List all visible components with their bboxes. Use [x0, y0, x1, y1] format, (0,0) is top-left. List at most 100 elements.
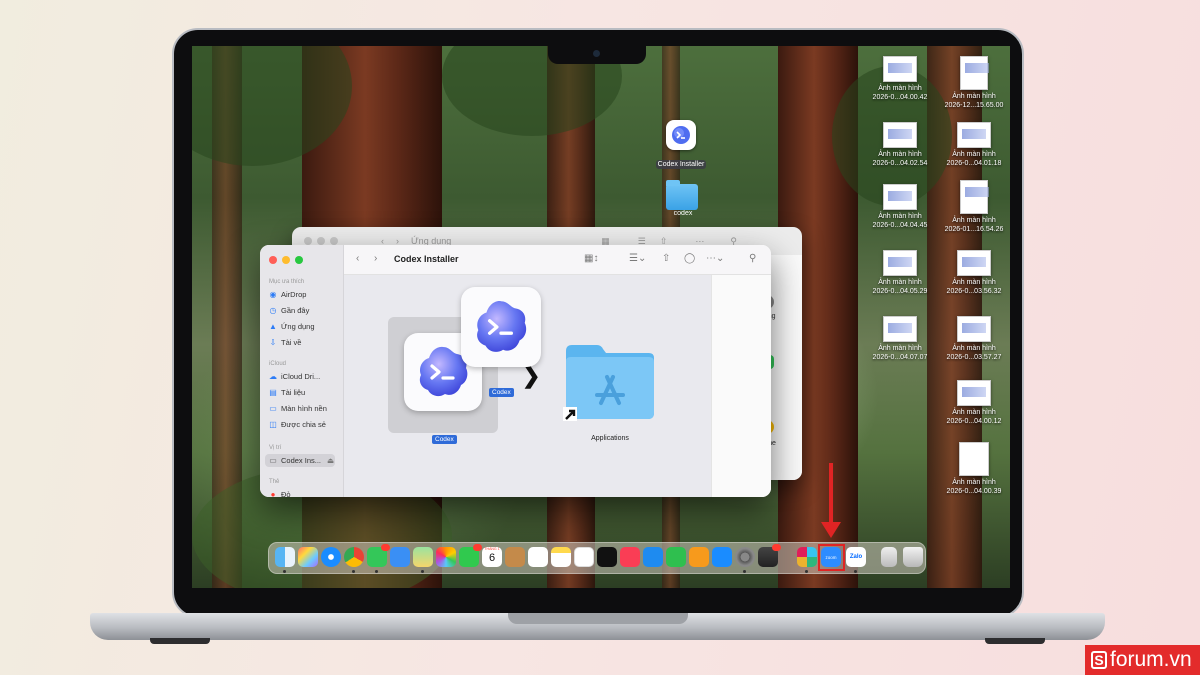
notification-badge [381, 544, 390, 551]
finder-sidebar: Mục ưa thích ◉ AirDrop ◷ Gần đây ▲ Ứng dụng… [260, 245, 344, 497]
reminders-icon[interactable] [528, 547, 548, 567]
trash-icon[interactable] [903, 547, 923, 567]
system-settings-icon[interactable] [735, 547, 755, 567]
camera-notch [548, 46, 646, 64]
tv-icon[interactable] [597, 547, 617, 567]
desktop-file[interactable]: Ảnh màn hình 2026-0...04.04.45 [866, 184, 934, 230]
launchpad-icon[interactable] [298, 547, 318, 567]
keynote-icon[interactable] [643, 547, 663, 567]
desktop-file[interactable]: Ảnh màn hình 2026-0...04.01.18 [940, 122, 1008, 168]
back-arrow-icon[interactable]: ‹ [356, 253, 359, 264]
minimize-button[interactable] [282, 256, 290, 264]
file-sublabel: 2026-0...03.56.32 [946, 288, 1002, 295]
music-icon[interactable] [620, 547, 640, 567]
photos-icon[interactable] [436, 547, 456, 567]
sidebar-item-label: Đỏ [281, 490, 291, 497]
desktop-file[interactable]: Ảnh màn hình 2026-0...04.00.12 [940, 380, 1008, 426]
notes-icon[interactable] [551, 547, 571, 567]
file-label: Ảnh màn hình [878, 85, 922, 92]
tag-icon[interactable]: ◯ [684, 253, 695, 264]
zalo-icon[interactable]: Zalo [846, 547, 866, 567]
sidebar-section-tags: Thẻ [269, 479, 280, 485]
numbers-icon[interactable] [666, 547, 686, 567]
view-grid-icon[interactable]: ▦↕ [584, 253, 598, 264]
messages-icon[interactable] [367, 544, 390, 567]
forward-arrow-icon[interactable]: › [374, 253, 377, 264]
desktop-file[interactable]: Ảnh màn hình 2026-0...04.02.54 [866, 122, 934, 168]
mail-icon[interactable] [390, 547, 410, 567]
sidebar-item-label: Ứng dụng [281, 322, 315, 331]
running-indicator [805, 570, 808, 573]
sidebar-item-label: Được chia sẻ [281, 420, 326, 429]
close-button[interactable] [269, 256, 277, 264]
annotation-arrow [829, 463, 833, 527]
more-icon[interactable]: ⋯⌄ [706, 253, 724, 264]
finder-window-codex-installer[interactable]: Mục ưa thích ◉ AirDrop ◷ Gần đây ▲ Ứng dụng… [260, 245, 771, 497]
minimize-button[interactable] [317, 237, 325, 245]
desktop-file[interactable]: Ảnh màn hình 2026-0...03.57.27 [940, 316, 1008, 362]
applications-folder-icon[interactable] [563, 339, 657, 421]
sidebar-item-downloads[interactable]: ⇩ Tài về [269, 336, 339, 349]
finder-toolbar: ‹ › Codex Installer ▦↕ ☰⌄ ⇧ ◯ ⋯⌄ ⚲ [344, 245, 771, 275]
share-icon[interactable]: ⇧ [662, 253, 670, 264]
desktop-file[interactable]: Ảnh màn hình 2026-0...04.00.42 [866, 56, 934, 102]
sidebar-item-airdrop[interactable]: ◉ AirDrop [269, 288, 339, 301]
desktop-file[interactable]: Ảnh màn hình 2026-01...16.54.26 [940, 180, 1008, 234]
dragged-codex-icon[interactable] [461, 287, 541, 367]
sidebar-item-documents[interactable]: ▤ Tài liệu [269, 386, 339, 399]
desktop-codex-installer-label: Codex Installer [655, 160, 707, 169]
zoom-window-button[interactable] [330, 237, 338, 245]
calendar-day: 6 [488, 552, 496, 564]
chrome-icon[interactable] [344, 547, 364, 567]
file-label: Ảnh màn hình [952, 409, 996, 416]
maps-icon[interactable] [413, 547, 433, 567]
search-icon[interactable]: ⚲ [749, 253, 756, 264]
freeform-icon[interactable] [574, 547, 594, 567]
file-label: Ảnh màn hình [952, 279, 996, 286]
file-label: Ảnh màn hình [952, 479, 996, 486]
downloads-stack-icon[interactable] [881, 547, 897, 567]
dragged-codex-label: Codex [489, 388, 514, 397]
sidebar-item-codex-installer[interactable]: ▭ Codex Ins... ⏏ [265, 454, 335, 467]
close-button[interactable] [304, 237, 312, 245]
group-icon[interactable]: ☰⌄ [629, 253, 646, 264]
desktop-file[interactable]: Ảnh màn hình 2026-0...04.00.39 [940, 442, 1008, 496]
pages-icon[interactable] [689, 547, 709, 567]
desktop-file[interactable]: Ảnh màn hình 2026-0...04.07.07 [866, 316, 934, 362]
sidebar-item-icloud-drive[interactable]: ☁ iCloud Dri... [269, 370, 339, 383]
laptop-opening-notch [508, 613, 688, 624]
finder-icon[interactable] [275, 547, 295, 567]
contacts-icon[interactable] [505, 547, 525, 567]
sidebar-item-label: AirDrop [281, 290, 307, 299]
app-store-icon[interactable] [712, 547, 732, 567]
file-sublabel: 2026-12...15.65.00 [944, 102, 1004, 109]
document-icon: ▤ [269, 388, 277, 397]
watermark-text: forum.vn [1110, 648, 1192, 671]
calendar-icon[interactable]: THÁNG 1 6 [482, 547, 502, 567]
zoom-window-button[interactable] [295, 256, 303, 264]
file-sublabel: 2026-0...04.04.45 [872, 222, 928, 229]
file-label: Ảnh màn hình [952, 93, 996, 100]
desktop-file[interactable]: Ảnh màn hình 2026-0...03.56.32 [940, 250, 1008, 296]
file-sublabel: 2026-0...04.02.54 [872, 160, 928, 167]
iphone-mirroring-icon[interactable] [758, 544, 781, 567]
sidebar-item-recents[interactable]: ◷ Gần đây [269, 304, 339, 317]
file-sublabel: 2026-0...03.57.27 [946, 354, 1002, 361]
desktop-file[interactable]: Ảnh màn hình 2026-12...15.65.00 [940, 56, 1008, 110]
slack-icon[interactable] [797, 547, 817, 567]
file-thumbnail [957, 380, 991, 406]
codex-app-icon [666, 120, 696, 150]
eject-icon[interactable]: ⏏ [327, 456, 334, 465]
file-label: Ảnh màn hình [952, 151, 996, 158]
sidebar-item-desktop[interactable]: ▭ Màn hình nền [269, 402, 339, 415]
sidebar-item-tag-red[interactable]: ● Đỏ [269, 488, 339, 497]
desktop-file[interactable]: Ảnh màn hình 2026-0...04.05.29 [866, 250, 934, 296]
running-indicator [743, 570, 746, 573]
safari-icon[interactable] [321, 547, 341, 567]
desktop-codex-folder[interactable]: codex [666, 180, 700, 217]
sidebar-item-shared[interactable]: ◫ Được chia sẻ [269, 418, 339, 431]
sidebar-item-applications[interactable]: ▲ Ứng dụng [269, 320, 339, 333]
file-thumbnail [957, 122, 991, 148]
facetime-icon[interactable] [459, 544, 482, 567]
desktop-codex-installer[interactable]: Codex Installer [650, 120, 712, 171]
